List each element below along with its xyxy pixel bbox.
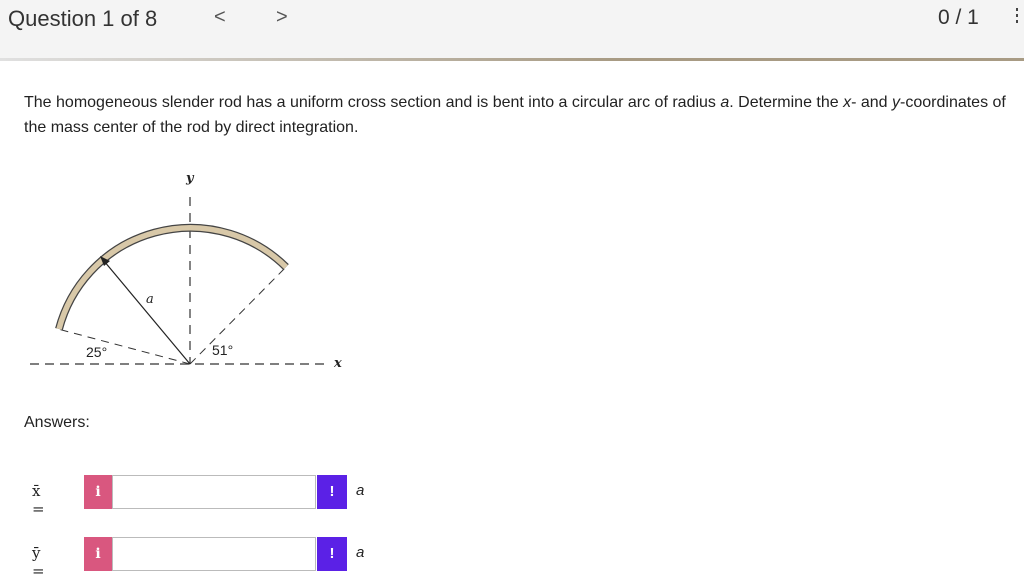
header-divider	[0, 58, 1024, 61]
x-axis-label: x	[333, 356, 342, 371]
rod-arc	[56, 225, 288, 330]
y-bar-label: ȳ =	[32, 544, 45, 580]
vertical-dots-icon[interactable]	[1014, 8, 1020, 26]
left-angle-label: 25°	[86, 344, 107, 360]
info-button[interactable]: i	[84, 537, 112, 571]
warning-button[interactable]: !	[317, 537, 347, 571]
left-radial-line	[57, 328, 191, 365]
y-bar-input[interactable]	[112, 537, 316, 571]
x-bar-input[interactable]	[112, 475, 316, 509]
right-radial-line	[189, 266, 287, 365]
answers-heading: Answers:	[24, 414, 90, 431]
question-text: The homogeneous slender rod has a unifor…	[24, 94, 1006, 136]
question-counter: Question 1 of 8	[8, 6, 158, 31]
right-angle-label: 51°	[212, 342, 233, 358]
radius-symbol: a	[720, 94, 730, 111]
info-button[interactable]: i	[84, 475, 112, 509]
score-display: 0 / 1	[938, 6, 979, 29]
y-bar-unit: a	[356, 544, 365, 561]
x-bar-label: x̄ =	[32, 482, 45, 518]
x-bar-unit: a	[356, 482, 365, 499]
next-question-button[interactable]: >	[276, 6, 288, 29]
radius-label: a	[146, 292, 154, 307]
prev-question-button[interactable]: <	[214, 6, 226, 29]
arc-rod-diagram: a y x 25° 51°	[30, 171, 342, 371]
radius-arrow	[103, 260, 191, 365]
y-axis-label: y	[185, 171, 195, 186]
warning-button[interactable]: !	[317, 475, 347, 509]
